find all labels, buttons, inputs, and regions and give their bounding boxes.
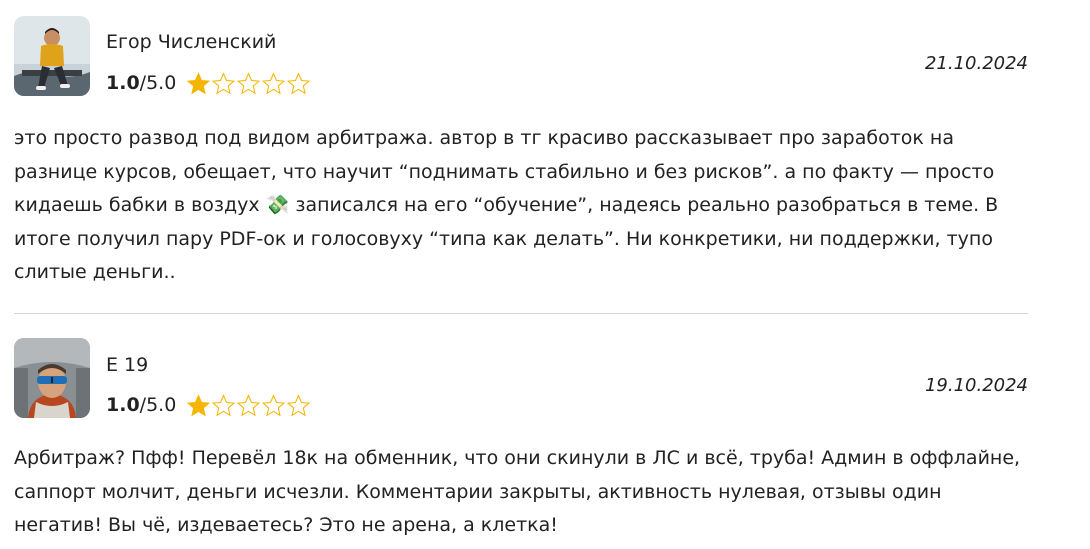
review-divider	[14, 313, 1028, 314]
star-empty-icon	[237, 393, 261, 416]
review-author[interactable]: E 19	[106, 353, 148, 377]
rating-value: 1.0/5.0	[106, 394, 177, 416]
star-empty-icon	[262, 71, 286, 94]
star-filled-icon	[187, 393, 211, 416]
star-filled-icon	[187, 71, 211, 94]
star-empty-icon	[262, 393, 286, 416]
avatar[interactable]	[14, 338, 90, 418]
review-text: это просто развод под видом арбитража. а…	[14, 127, 999, 283]
star-empty-icon	[287, 393, 311, 416]
star-empty-icon	[287, 71, 311, 94]
review-date: 21.10.2024	[924, 53, 1028, 74]
review-text: Арбитраж? Пфф! Перевёл 18к на обменник, …	[14, 447, 1021, 536]
rating: 1.0/5.0	[106, 70, 311, 96]
avatar[interactable]	[14, 16, 90, 96]
rating-stars	[186, 71, 311, 96]
star-empty-icon	[237, 71, 261, 94]
user-photo-icon	[14, 16, 90, 96]
rating: 1.0/5.0	[106, 392, 311, 418]
rating-value: 1.0/5.0	[106, 72, 177, 94]
review-date: 19.10.2024	[924, 375, 1028, 396]
rating-stars	[186, 393, 311, 418]
star-empty-icon	[212, 393, 236, 416]
user-photo-icon	[14, 338, 90, 418]
review-author[interactable]: Егор Численский	[106, 30, 276, 54]
star-empty-icon	[212, 71, 236, 94]
